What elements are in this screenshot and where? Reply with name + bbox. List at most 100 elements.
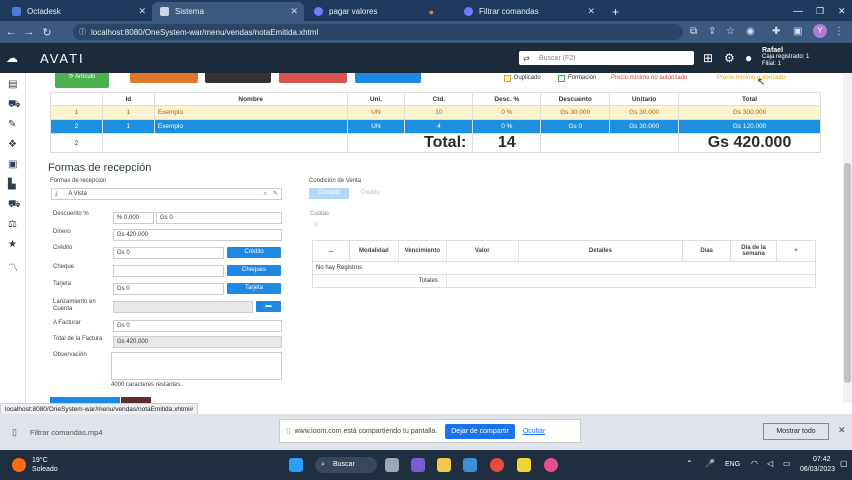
task-view-icon[interactable] (385, 458, 399, 472)
reload-icon[interactable]: ↻ (40, 26, 54, 39)
credito-toggle[interactable]: Crédito (350, 188, 390, 199)
sticky-notes-icon[interactable] (517, 458, 531, 472)
slack-icon[interactable] (544, 458, 558, 472)
forma-value: A Vista (68, 191, 87, 197)
teams-icon[interactable] (411, 458, 425, 472)
total-qty: 14 (472, 133, 542, 153)
wrench-icon[interactable]: ✎ (8, 119, 16, 130)
browser-menu-icon[interactable]: ⋮ (834, 26, 844, 37)
show-all-button[interactable]: Mostrar todo (763, 423, 829, 440)
search-icon[interactable]: ⌕ (264, 189, 267, 199)
bookmark-star-icon[interactable]: ☆ (726, 26, 735, 37)
extensions-puzzle-icon[interactable]: ✚ (772, 26, 780, 37)
tab-pagar-valores[interactable]: pagar valores ● (306, 2, 446, 21)
minimize-icon[interactable]: — (785, 2, 805, 21)
credito-button[interactable]: Crédito (227, 247, 281, 258)
clock-date[interactable]: 06/03/2023 (800, 466, 835, 473)
scrollbar[interactable] (843, 73, 852, 403)
truck-icon[interactable]: ⛟ (8, 199, 21, 212)
balance-icon[interactable]: ⚖ (8, 219, 17, 230)
grid-add-icon[interactable]: ⊞ (703, 51, 713, 65)
extension-record-icon[interactable]: ◉ (746, 26, 755, 37)
new-tab-button[interactable]: + (604, 2, 624, 21)
refresh-button[interactable]: ⟳ Artículo (55, 73, 109, 88)
afacturar-label: A Facturar (53, 320, 81, 326)
cancel-button[interactable] (279, 73, 347, 83)
maximize-icon[interactable]: ❐ (808, 2, 828, 21)
clock-time[interactable]: 07:42 (813, 456, 831, 463)
duplicado-label: Duplicado (514, 75, 541, 81)
cheque-input[interactable] (113, 265, 224, 277)
cart-icon[interactable]: ⛟ (8, 99, 21, 112)
cell-descuento: Gs 0 (540, 119, 611, 134)
table-row[interactable]: 2 1 Exemplo UN 4 0 % Gs 0 Gs 30.000 Gs 1… (50, 119, 821, 134)
tab-sistema[interactable]: Sistema ✕ (152, 2, 304, 21)
edit-icon[interactable]: ✎ (273, 189, 278, 199)
back-icon[interactable]: ← (4, 26, 18, 38)
table-row[interactable]: 1 1 Exemplo UN 10 0 % Gs 30.000 Gs 30.00… (50, 105, 821, 120)
search-input[interactable]: ⇄ Buscar (F2) (519, 51, 694, 65)
store-icon[interactable] (463, 458, 477, 472)
edit-button[interactable] (130, 73, 198, 83)
chevron-up-icon[interactable]: ⌃ (686, 459, 693, 468)
pay-add-button[interactable]: + (776, 240, 816, 262)
contado-toggle[interactable]: Contado (309, 188, 349, 199)
forma-select[interactable]: ⤓ A Vista ⌕ ✎ (51, 188, 282, 200)
cheques-button[interactable]: Cheques (227, 265, 281, 276)
close-tab-icon[interactable]: ✕ (587, 6, 595, 17)
pay-empty-text: No hay Registros (312, 261, 816, 275)
pay-empty-row: No hay Registros (312, 261, 816, 275)
download-filename[interactable]: Filtrar comandas.mp4 (30, 428, 103, 437)
gear-icon[interactable]: ⚙ (724, 51, 735, 65)
forward-icon[interactable]: → (22, 26, 36, 38)
industry-icon[interactable]: ▙ (8, 179, 16, 190)
clean-button[interactable] (205, 73, 271, 83)
dinero-input[interactable]: Gs 420.000 (113, 229, 282, 241)
close-tab-icon[interactable]: ✕ (138, 6, 146, 17)
cubes-icon[interactable]: ❖ (8, 139, 17, 150)
observacion-label: Observación (53, 352, 87, 358)
observacion-textarea[interactable] (111, 352, 282, 380)
tab-filtrar-comandas[interactable]: Filtrar comandas ✕ (456, 2, 601, 21)
profile-avatar[interactable]: Y (813, 24, 827, 38)
tab-octadesk[interactable]: Octadesk ✕ (4, 2, 152, 21)
volume-icon[interactable]: ◁ (767, 459, 773, 468)
descuento-gs-input[interactable]: Gs 0 (156, 212, 282, 224)
close-tab-icon[interactable]: ✕ (290, 6, 298, 17)
close-window-icon[interactable]: ✕ (830, 2, 850, 21)
card-button[interactable]: ▬ (256, 301, 281, 312)
star-icon[interactable]: ★ (8, 239, 17, 250)
chrome-icon[interactable] (490, 458, 504, 472)
translate-icon[interactable]: ⧉ (690, 26, 697, 37)
share-icon[interactable]: ⇪ (708, 26, 716, 37)
tarjeta-input[interactable]: Gs 0 (113, 283, 224, 295)
hide-button[interactable]: Ocultar (523, 428, 546, 435)
money-icon[interactable]: ▣ (8, 159, 17, 170)
stop-sharing-button[interactable]: Dejar de compartir (445, 423, 515, 439)
cell-nombre: Exemplo (153, 119, 348, 134)
descuento-pct-input[interactable]: % 0,000 (113, 212, 154, 224)
windows-start-icon[interactable] (289, 458, 303, 472)
sidepanel-icon[interactable]: ▣ (793, 26, 802, 37)
language-indicator[interactable]: ENG (725, 461, 740, 468)
battery-icon[interactable]: ▭ (783, 459, 791, 468)
wifi-icon[interactable]: ◠ (751, 459, 758, 468)
user-icon[interactable]: ● (745, 51, 752, 65)
close-download-bar-icon[interactable]: ✕ (838, 425, 846, 436)
lanzamiento-label: Lanzamiento en (53, 299, 96, 305)
tarjeta-button[interactable]: Tarjeta (227, 283, 281, 294)
scrollbar-thumb[interactable] (844, 163, 851, 383)
notifications-icon[interactable]: ▢ (840, 459, 848, 468)
file-explorer-icon[interactable] (437, 458, 451, 472)
book-icon[interactable]: ▤ (8, 79, 17, 90)
microphone-icon[interactable]: 🎤 (705, 459, 715, 468)
drag-handle-icon[interactable]: ⁞⁞ (286, 427, 290, 436)
mouse-cursor-icon: ↖ (757, 77, 766, 88)
url-input[interactable]: ⓘ localhost:8080/OneSystem-war/menu/vend… (73, 24, 683, 40)
credito-input[interactable]: Gs 0 (113, 247, 224, 259)
details-button[interactable] (355, 73, 421, 83)
taskbar-search[interactable]: ⌕ Buscar (315, 457, 377, 473)
pay-totals-label: Totales (312, 274, 447, 288)
line-chart-icon[interactable]: 〽 (8, 259, 18, 274)
afacturar-input[interactable]: Gs 0 (113, 320, 282, 332)
